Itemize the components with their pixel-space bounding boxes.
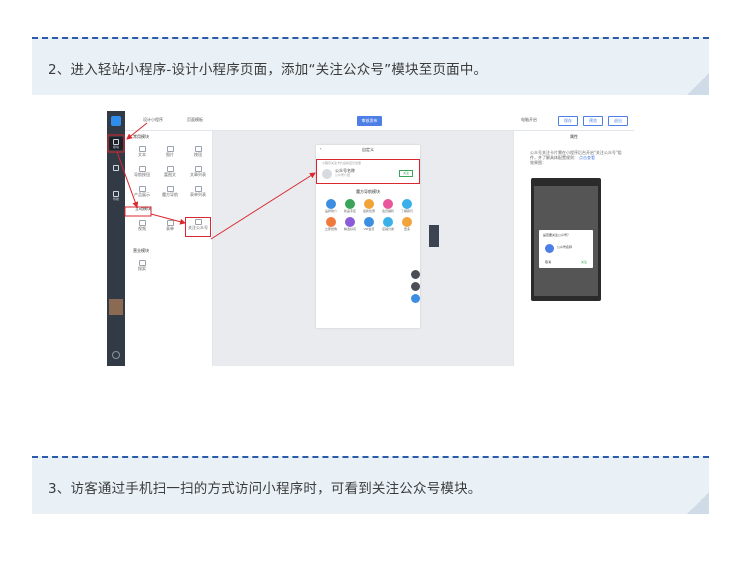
nav-item[interactable]: 精选好货 [341, 217, 359, 232]
page-fold-corner [687, 73, 709, 95]
nav-item[interactable]: 店铺分类 [379, 217, 397, 232]
module-cube-nav[interactable]: 魔方导航 [159, 185, 181, 201]
page-fold-corner [687, 492, 709, 514]
sidebar-item-label: 导航 [112, 197, 119, 202]
step-2-text: 2、进入轻站小程序-设计小程序页面，添加“关注公众号”模块至页面中。 [48, 62, 488, 78]
module-form[interactable]: 表单 [159, 219, 181, 235]
dialog-question: 是否要关注公众号？ [543, 233, 571, 237]
section-advanced-title: 互动模块 [135, 206, 151, 211]
follow-button[interactable]: 关注 [399, 170, 413, 177]
nav-item-icon [364, 199, 374, 209]
nav-item[interactable]: 最新优惠 [360, 199, 378, 214]
sidebar-item-2[interactable] [109, 163, 123, 176]
account-desc: 公众号介绍 [335, 173, 351, 177]
phone-preview: ‹ 自定义 小程序关注卡片后将显示这里 公众号名称 公众号介绍 关注 魔方导航模… [316, 145, 420, 328]
follow-hint: 小程序关注卡片后将显示这里 [322, 161, 362, 165]
user-avatar[interactable] [109, 299, 123, 315]
nav-item-icon [383, 217, 393, 227]
section-other-title: 营业模块 [133, 248, 149, 253]
sidebar-item-nav[interactable]: 导航 [109, 189, 123, 202]
editor-screenshot: 模块 导航 设计小程序 页面模板 审核发布 电脑开启 保存 预览 退出 常用模块… [107, 111, 634, 366]
dialog-follow-button[interactable]: 关注 [581, 261, 587, 265]
module-button[interactable]: 按钮 [187, 145, 209, 161]
nav-item-icon [383, 199, 393, 209]
module-search[interactable]: 搜索 [131, 259, 153, 275]
page-icon [113, 165, 119, 171]
view-rules-link[interactable]: 点击查看 [579, 155, 595, 160]
nav-item[interactable]: 更多 [398, 217, 416, 232]
effect-preview-phone: 是否要关注公众号？ 公众号名称 取消 关注 [531, 178, 601, 301]
nav-item[interactable]: VIP会员 [360, 217, 378, 232]
publish-button[interactable]: 审核发布 [357, 116, 382, 126]
module-nav-button[interactable]: 导航按钮 [131, 165, 153, 181]
nav-item-icon [402, 217, 412, 227]
nav-item-icon [326, 217, 336, 227]
view-button[interactable]: 预览 [583, 116, 603, 126]
nav-item-icon [345, 199, 355, 209]
account-avatar [322, 169, 332, 179]
module-move-tools[interactable] [429, 225, 439, 247]
nav-item[interactable]: 会员福利 [379, 199, 397, 214]
design-canvas: ‹ 自定义 小程序关注卡片后将显示这里 公众号名称 公众号介绍 关注 魔方导航模… [213, 131, 513, 366]
property-description: 公众号关注卡片需在小程序后台开启"关注公众号"组件，并了解具体配置规则： 点击查… [530, 150, 622, 165]
help-icon[interactable] [112, 351, 120, 359]
exit-button[interactable]: 退出 [608, 116, 628, 126]
nav-item-icon [345, 217, 355, 227]
step-2-block: 2、进入轻站小程序-设计小程序页面，添加“关注公众号”模块至页面中。 [32, 37, 709, 95]
nav-item-icon [326, 199, 336, 209]
sidebar-item-label: 模块 [112, 145, 119, 150]
module-follow-official-account[interactable]: 关注公众号 [185, 217, 211, 237]
module-video[interactable]: 视频 [131, 219, 153, 235]
step-3-block: 3、访客通过手机扫一扫的方式访问小程序时，可看到关注公众号模块。 [32, 456, 709, 514]
dashed-divider [32, 456, 709, 458]
nav-item[interactable]: 立即抢购 [322, 217, 340, 232]
nav-item-icon [402, 199, 412, 209]
page-settings-link[interactable]: 页面模板 [187, 117, 203, 123]
module-form-list[interactable]: 表单列表 [187, 185, 209, 201]
cube-nav-title: 魔方导航模块 [356, 189, 380, 194]
phone-float-icon[interactable] [411, 282, 420, 291]
nav-item[interactable]: 品牌简介 [322, 199, 340, 214]
module-article-list[interactable]: 文章列表 [187, 165, 209, 181]
editor-topbar: 设计小程序 页面模板 审核发布 电脑开启 保存 预览 退出 [125, 111, 634, 131]
step-3-text: 3、访客通过手机扫一扫的方式访问小程序时，可看到关注公众号模块。 [48, 481, 482, 497]
phone-page-title: 自定义 [362, 147, 374, 152]
module-text[interactable]: 文本 [131, 145, 153, 161]
home-float-icon[interactable] [411, 270, 420, 279]
sidebar-item-modules[interactable]: 模块 [109, 137, 123, 150]
pc-preview-link[interactable]: 电脑开启 [521, 117, 537, 123]
section-common-title: 常用模块 [133, 134, 149, 139]
save-button[interactable]: 保存 [558, 116, 578, 126]
editor-sidebar: 模块 导航 [107, 111, 125, 366]
dialog-cancel-button[interactable]: 取消 [545, 261, 551, 265]
share-float-icon[interactable] [411, 294, 420, 303]
nav-item[interactable]: 了解我们 [398, 199, 416, 214]
dialog-account-name: 公众号名称 [557, 245, 573, 249]
nav-item-icon [364, 217, 374, 227]
module-rich-text[interactable]: 富图文 [159, 165, 181, 181]
dialog-avatar [545, 244, 554, 253]
follow-dialog: 是否要关注公众号？ 公众号名称 取消 关注 [539, 230, 593, 268]
app-logo-icon [111, 116, 121, 126]
follow-official-account-module[interactable]: 小程序关注卡片后将显示这里 公众号名称 公众号介绍 关注 [316, 159, 420, 184]
module-product[interactable]: 产品展示 [131, 185, 153, 201]
property-title: 属性 [570, 134, 578, 139]
nav-item[interactable]: 新品专区 [341, 199, 359, 214]
dashed-divider [32, 37, 709, 39]
module-image[interactable]: 图片 [159, 145, 181, 161]
app-select[interactable]: 设计小程序 [143, 117, 163, 123]
module-panel: 常用模块 文本 图片 按钮 导航按钮 富图文 文章列表 产品展示 魔方导航 表单… [125, 131, 213, 366]
property-panel: 属性 公众号关注卡片需在小程序后台开启"关注公众号"组件，并了解具体配置规则： … [513, 131, 634, 366]
